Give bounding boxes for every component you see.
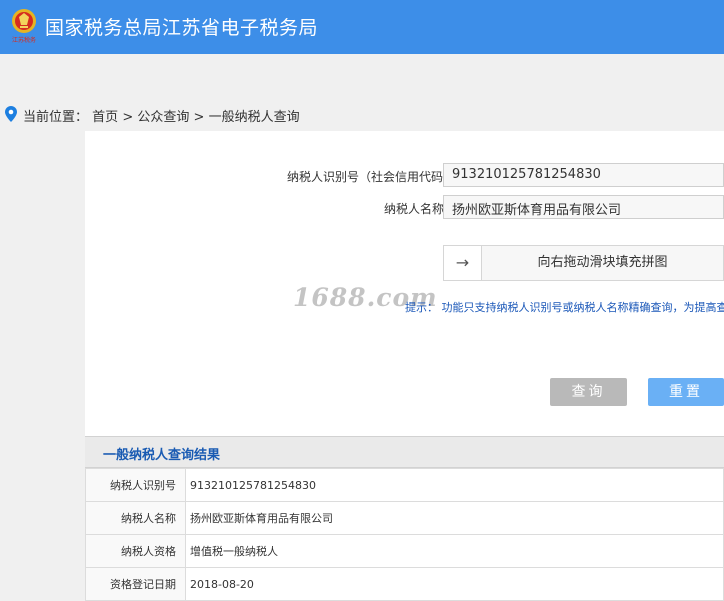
- slider-captcha[interactable]: → 向右拖动滑块填充拼图: [443, 245, 724, 281]
- breadcrumb-public-query-link[interactable]: 公众查询: [137, 110, 189, 125]
- location-pin-icon: [5, 106, 17, 122]
- taxpayer-name-input[interactable]: 扬州欧亚斯体育用品有限公司: [443, 195, 724, 219]
- taxpayer-id-input[interactable]: 913210125781254830: [443, 163, 724, 187]
- taxpayer-id-label: 纳税人识别号（社会信用代码）: [287, 170, 456, 184]
- app-header: 江苏税务 国家税务总局江苏省电子税务局: [0, 0, 724, 54]
- breadcrumb-current: 一般纳税人查询: [208, 110, 300, 125]
- header-spacer: [0, 54, 724, 99]
- breadcrumb-prefix: 当前位置：: [23, 110, 89, 125]
- result-key: 资格登记日期: [85, 567, 186, 601]
- left-gutter: [0, 131, 85, 593]
- result-value: 增值税一般纳税人: [185, 534, 724, 568]
- query-hint: 提示： 功能只支持纳税人识别号或纳税人名称精确查询，为提高查: [405, 301, 724, 314]
- query-button[interactable]: 查询: [550, 378, 627, 406]
- breadcrumb-separator: >: [193, 110, 205, 125]
- result-key: 纳税人名称: [85, 501, 186, 535]
- taxpayer-name-label: 纳税人名称: [384, 202, 445, 216]
- result-table: 纳税人识别号 913210125781254830 纳税人名称 扬州欧亚斯体育用…: [85, 468, 724, 601]
- result-value: 2018-08-20: [185, 567, 724, 601]
- result-title: 一般纳税人查询结果: [103, 448, 221, 463]
- result-header: 一般纳税人查询结果: [85, 436, 724, 468]
- breadcrumb-home-link[interactable]: 首页: [92, 110, 118, 125]
- tax-emblem-icon: 江苏税务: [12, 9, 36, 44]
- result-value: 扬州欧亚斯体育用品有限公司: [185, 501, 724, 535]
- result-key: 纳税人识别号: [85, 468, 186, 502]
- table-row: 纳税人资格 增值税一般纳税人: [85, 534, 724, 568]
- result-key: 纳税人资格: [85, 534, 186, 568]
- breadcrumb: 当前位置： 首页 > 公众查询 > 一般纳税人查询: [23, 106, 300, 125]
- table-row: 资格登记日期 2018-08-20: [85, 567, 724, 601]
- logo-caption: 江苏税务: [12, 36, 36, 44]
- reset-button[interactable]: 重置: [648, 378, 724, 406]
- result-value: 913210125781254830: [185, 468, 724, 502]
- table-row: 纳税人名称 扬州欧亚斯体育用品有限公司: [85, 501, 724, 535]
- breadcrumb-separator: >: [122, 110, 134, 125]
- slider-handle-arrow-icon[interactable]: →: [444, 246, 482, 280]
- slider-instruction: 向右拖动滑块填充拼图: [537, 255, 668, 270]
- table-row: 纳税人识别号 913210125781254830: [85, 468, 724, 502]
- app-title: 国家税务总局江苏省电子税务局: [45, 17, 319, 39]
